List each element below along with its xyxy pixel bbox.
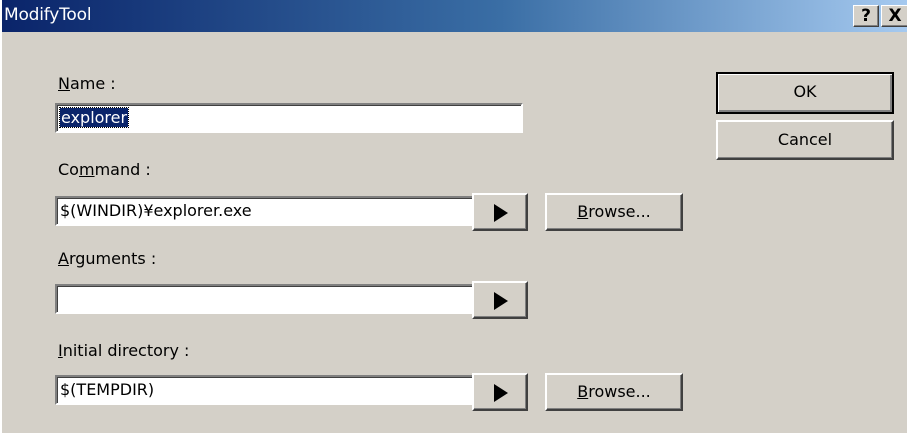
close-button[interactable]: X	[881, 5, 907, 27]
initial-directory-field[interactable]: $(TEMPDIR)	[55, 375, 479, 405]
arguments-insert-button[interactable]	[472, 281, 528, 319]
initial-directory-insert-button[interactable]	[472, 373, 528, 411]
name-field-value: explorer	[58, 107, 130, 128]
right-triangle-icon	[494, 384, 508, 402]
initial-directory-field-value: $(TEMPDIR)	[60, 380, 155, 399]
initial-directory-label: Initial directory :	[58, 341, 190, 360]
right-triangle-icon	[494, 204, 508, 222]
command-field[interactable]: $(WINDIR)¥explorer.exe	[55, 196, 479, 226]
arguments-field[interactable]	[55, 284, 479, 314]
command-browse-button[interactable]: Browse...	[545, 193, 683, 231]
command-insert-button[interactable]	[472, 193, 528, 231]
modify-tool-dialog: ModifyTool ? X Name : explorer Command :…	[0, 0, 907, 433]
arguments-label: Arguments :	[58, 249, 157, 268]
right-triangle-icon	[494, 292, 508, 310]
initial-directory-browse-button[interactable]: Browse...	[545, 373, 683, 411]
help-button[interactable]: ?	[853, 5, 879, 27]
command-label: Command :	[58, 160, 151, 179]
window-title: ModifyTool	[4, 5, 92, 25]
ok-button[interactable]: OK	[716, 72, 894, 114]
name-label: Name :	[58, 74, 116, 93]
name-field[interactable]: explorer	[55, 103, 523, 133]
cancel-button[interactable]: Cancel	[716, 120, 894, 160]
title-bar[interactable]: ModifyTool ? X	[2, 0, 907, 32]
command-field-value: $(WINDIR)¥explorer.exe	[60, 201, 252, 220]
